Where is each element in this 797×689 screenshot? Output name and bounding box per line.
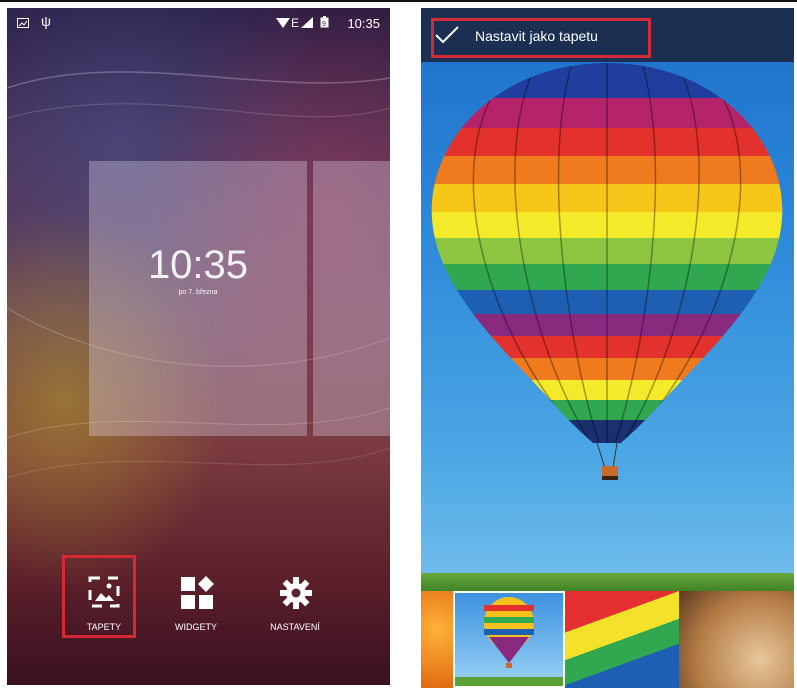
svg-text:9: 9: [322, 21, 326, 28]
signal-icon: [301, 16, 313, 31]
clock-widget-page[interactable]: 10:35 po 7. března: [89, 161, 307, 436]
settings-label: NASTAVENÍ: [270, 622, 320, 632]
thumbnail-cymbal[interactable]: [679, 591, 794, 688]
grass-strip: [421, 573, 794, 593]
clock-time: 10:35: [147, 243, 249, 287]
widgets-icon: [181, 576, 214, 609]
next-page-preview[interactable]: [313, 161, 390, 436]
wallpaper-thumbnail-strip: [421, 591, 794, 688]
home-screen-edit-mode: ψ E 9 10:35 10:35 po 7. března TAPETY WI…: [7, 8, 390, 685]
action-bar: Nastavit jako tapetu: [421, 8, 794, 62]
wifi-icon: [276, 16, 290, 31]
usb-icon: ψ: [41, 13, 51, 29]
thumbnail-rainbow-stripes[interactable]: [565, 591, 679, 688]
top-border: [0, 0, 797, 2]
widgets-label: WIDGETY: [175, 622, 217, 632]
thumbnail-oranges[interactable]: [421, 591, 453, 688]
wallpaper-picker-screen: Nastavit jako tapetu: [421, 8, 794, 688]
thumbnail-balloon-selected[interactable]: [453, 591, 565, 688]
highlight-box-set-wallpaper: [431, 18, 651, 58]
gear-icon: [280, 577, 312, 609]
balloon-preview-image[interactable]: [421, 58, 794, 618]
clock-date: po 7. března: [178, 289, 218, 296]
widgets-button[interactable]: WIDGETY: [159, 564, 233, 638]
highlight-box-wallpapers: [62, 555, 136, 638]
settings-button[interactable]: NASTAVENÍ: [258, 564, 332, 638]
edge-network-icon: E: [291, 16, 300, 30]
screenshot-notification-icon: [17, 16, 29, 31]
status-bar: ψ E 9 10:35: [7, 8, 390, 38]
status-time: 10:35: [347, 16, 380, 31]
battery-icon: 9: [320, 16, 329, 31]
